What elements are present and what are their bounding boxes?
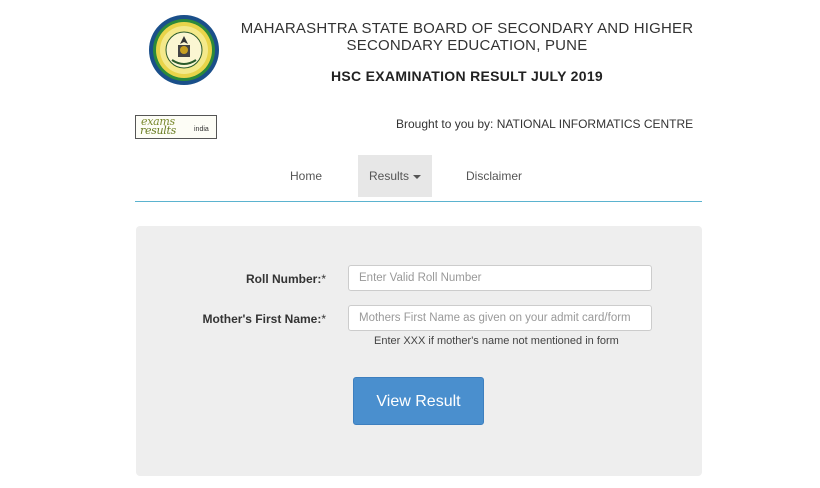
mother-name-input[interactable] <box>348 305 652 331</box>
logo-text-results: results <box>140 124 176 137</box>
caret-down-icon <box>413 174 421 179</box>
mother-name-hint: Enter XXX if mother's name not mentioned… <box>374 335 619 347</box>
mother-name-label-text: Mother's First Name: <box>202 312 322 326</box>
exams-results-logo[interactable]: exams results india <box>135 115 217 139</box>
roll-number-label-text: Roll Number: <box>245 272 322 286</box>
exam-title: HSC EXAMINATION RESULT JULY 2019 <box>330 68 604 84</box>
nav-item-label: Results <box>368 169 409 183</box>
nav-item-disclaimer[interactable]: Disclaimer <box>453 155 535 197</box>
roll-number-input[interactable] <box>348 265 652 291</box>
result-form-panel: Roll Number:* Mother's First Name:* Ente… <box>136 226 702 476</box>
logo-text-india: india <box>194 126 209 133</box>
mother-name-label: Mother's First Name:* <box>156 312 326 326</box>
required-marker: * <box>321 312 326 326</box>
nav-item-results[interactable]: Results <box>358 155 432 197</box>
board-title-line2: SECONDARY EDUCATION, PUNE <box>346 37 588 54</box>
nav-item-label: Home <box>289 169 322 183</box>
roll-number-label: Roll Number:* <box>186 272 326 286</box>
board-seal-icon <box>149 15 219 85</box>
nav-item-label: Disclaimer <box>465 169 522 183</box>
view-result-button[interactable]: View Result <box>353 377 484 425</box>
brought-by-text: Brought to you by: NATIONAL INFORMATICS … <box>396 117 694 131</box>
board-title-line1: MAHARASHTRA STATE BOARD OF SECONDARY AND… <box>240 20 694 37</box>
page: MAHARASHTRA STATE BOARD OF SECONDARY AND… <box>0 0 820 488</box>
nav-item-home[interactable]: Home <box>275 155 337 197</box>
board-title: MAHARASHTRA STATE BOARD OF SECONDARY AND… <box>232 20 702 54</box>
required-marker: * <box>321 272 326 286</box>
main-nav: Home Results Disclaimer <box>135 155 702 202</box>
